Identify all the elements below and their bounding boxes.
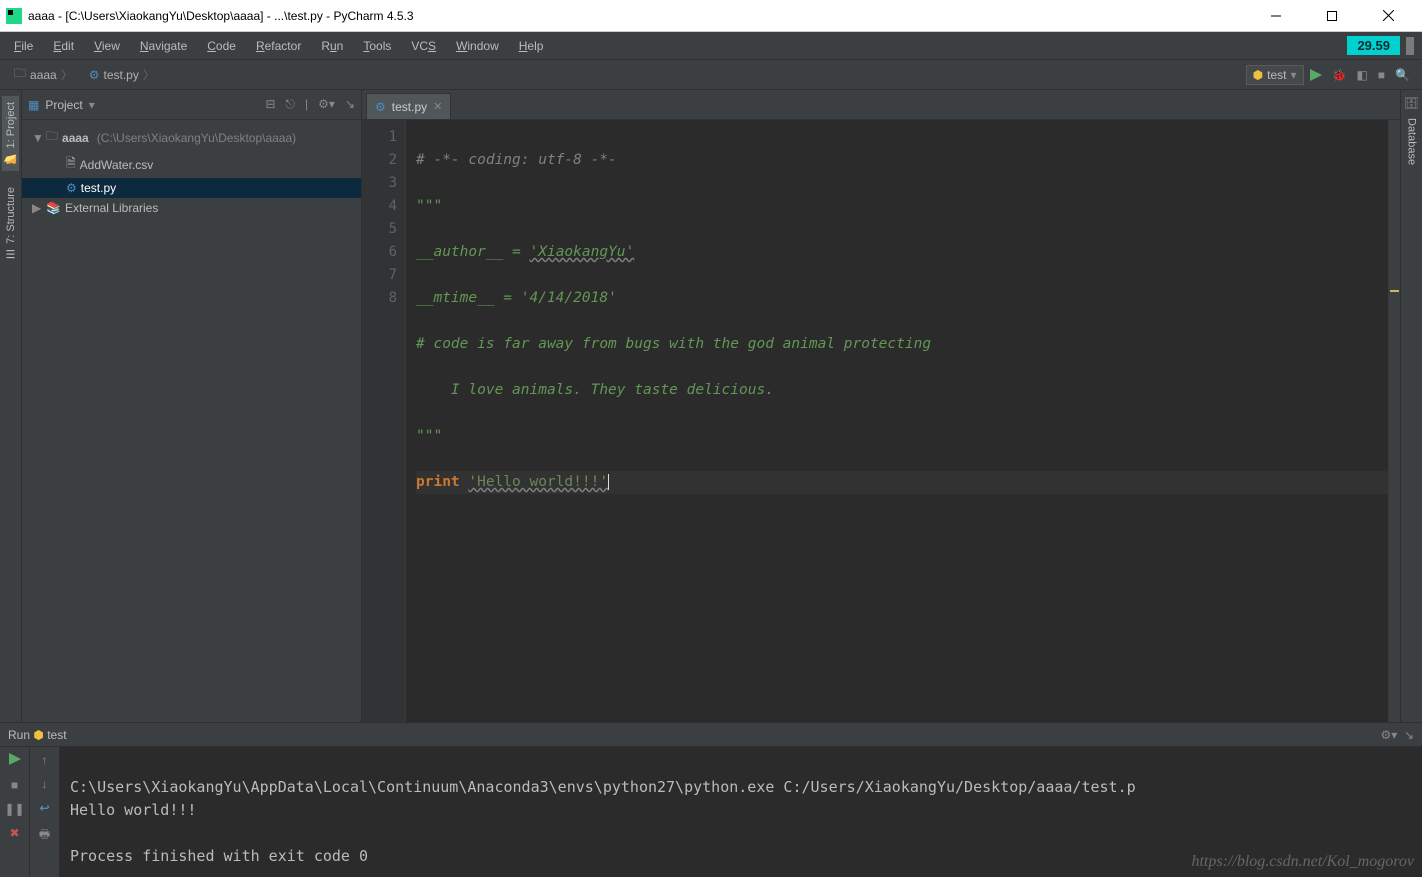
run-button[interactable] — [1310, 69, 1322, 81]
dropdown-arrow-icon: ▾ — [1290, 68, 1296, 82]
menu-bar: File Edit View Navigate Code Refactor Ru… — [0, 32, 1422, 60]
soft-wrap-icon[interactable]: ↩ — [39, 801, 49, 815]
timer-badge-dim — [1406, 37, 1414, 55]
divider: | — [305, 97, 308, 112]
python-file-icon: ⚙ — [66, 181, 77, 195]
project-root-node[interactable]: ▼ 🗀 aaaa (C:\Users\XiaokangYu\Desktop\aa… — [22, 124, 361, 151]
window-minimize-button[interactable] — [1256, 2, 1296, 30]
file-node-py[interactable]: ⚙ test.py — [22, 178, 361, 198]
python-file-icon: ⚙ — [89, 68, 100, 82]
tool-database[interactable]: Database — [1406, 118, 1418, 165]
console-output[interactable]: C:\Users\XiaokangYu\AppData\Local\Contin… — [60, 747, 1422, 877]
expand-arrow-icon: ▶ — [32, 201, 42, 215]
stop-button[interactable]: ■ — [11, 778, 18, 792]
run-config-selector[interactable]: ⬢ test ▾ — [1246, 65, 1304, 85]
menu-window[interactable]: Window — [446, 35, 509, 57]
run-toolbar-left2: ↑ ↓ ↩ 🖶 — [30, 747, 60, 877]
menu-navigate[interactable]: Navigate — [130, 35, 197, 57]
chevron-right-icon: 〉 — [61, 66, 73, 83]
window-titlebar: aaaa - [C:\Users\XiaokangYu\Desktop\aaaa… — [0, 0, 1422, 32]
close-button[interactable]: ✖ — [9, 826, 19, 840]
rerun-button[interactable] — [9, 753, 21, 768]
debug-button[interactable]: 🐞 — [1332, 68, 1347, 82]
menu-edit[interactable]: Edit — [43, 35, 84, 57]
code-editor[interactable]: # -*- coding: utf-8 -*- """ __author__ =… — [406, 120, 1388, 722]
python-icon: ⬢ — [1253, 68, 1263, 82]
python-file-icon: ⚙ — [375, 100, 386, 114]
menu-file[interactable]: File — [4, 35, 43, 57]
pause-button[interactable]: ❚❚ — [4, 802, 24, 816]
error-stripe[interactable] — [1388, 120, 1400, 722]
menu-help[interactable]: Help — [509, 35, 554, 57]
menu-refactor[interactable]: Refactor — [246, 35, 311, 57]
settings-icon[interactable]: ⚙▾ — [1380, 728, 1397, 742]
expand-arrow-icon: ▼ — [32, 131, 42, 145]
menu-run[interactable]: Run — [311, 35, 353, 57]
menu-vcs[interactable]: VCS — [401, 35, 446, 57]
tool-structure[interactable]: ☰ 7: Structure — [4, 183, 17, 264]
file-label: AddWater.csv — [80, 158, 154, 172]
stop-button[interactable]: ■ — [1378, 68, 1385, 82]
project-root-path: (C:\Users\XiaokangYu\Desktop\aaaa) — [97, 131, 296, 145]
up-stack-icon[interactable]: ↑ — [42, 753, 48, 767]
scroll-to-source-icon[interactable]: ⎋ — [286, 97, 296, 112]
editor-area: ⚙ test.py ✕ 1 2 3 4 5 6 7 8 # -*- coding… — [362, 90, 1400, 722]
watermark-text: https://blog.csdn.net/Kol_mogorov — [1191, 850, 1414, 873]
text-cursor — [608, 474, 609, 490]
run-toolbar-left: ■ ❚❚ ✖ — [0, 747, 30, 877]
pycharm-app-icon — [6, 8, 22, 24]
external-libraries-node[interactable]: ▶ 📚 External Libraries — [22, 198, 361, 218]
python-icon: ⬢ — [33, 728, 43, 742]
breadcrumb-file[interactable]: ⚙ test.py 〉 — [81, 64, 163, 85]
chevron-right-icon: 〉 — [143, 66, 155, 83]
tool-project[interactable]: 📂 1: Project — [2, 96, 19, 171]
breadcrumb-file-label: test.py — [104, 68, 139, 82]
folder-icon: 🗀 — [14, 64, 26, 85]
project-tool-window: ▦ Project ▾ ⊟ ⎋ | ⚙▾ ↘ ▼ 🗀 aaaa (C:\User… — [22, 90, 362, 722]
run-header-label: Run — [8, 728, 30, 742]
navigation-bar: 🗀 aaaa 〉 ⚙ test.py 〉 ⬢ test ▾ 🐞 ◧ ■ 🔍 — [0, 60, 1422, 90]
run-config-label: test — [1267, 68, 1286, 82]
window-title: aaaa - [C:\Users\XiaokangYu\Desktop\aaaa… — [28, 9, 1256, 23]
project-view-icon: ▦ — [28, 98, 39, 112]
libraries-icon: 📚 — [46, 201, 61, 215]
file-node-csv[interactable]: 🗎 AddWater.csv — [22, 151, 361, 178]
external-libs-label: External Libraries — [65, 201, 158, 215]
window-close-button[interactable] — [1368, 2, 1408, 30]
hide-icon[interactable]: ↘ — [1404, 728, 1414, 742]
line-number-gutter: 1 2 3 4 5 6 7 8 — [362, 120, 406, 722]
timer-badge: 29.59 — [1347, 36, 1400, 55]
search-button[interactable]: 🔍 — [1395, 68, 1410, 82]
menu-view[interactable]: View — [84, 35, 130, 57]
coverage-button[interactable]: ◧ — [1356, 68, 1367, 82]
left-tool-stripe: 📂 1: Project ☰ 7: Structure — [0, 90, 22, 722]
menu-tools[interactable]: Tools — [353, 35, 401, 57]
project-root-label: aaaa — [62, 131, 89, 145]
folder-icon: 🗀 — [46, 127, 58, 148]
editor-tab-label: test.py — [392, 100, 427, 114]
run-header-file: test — [47, 728, 66, 742]
breadcrumb-root-label: aaaa — [30, 68, 57, 82]
editor-tab[interactable]: ⚙ test.py ✕ — [366, 93, 451, 119]
database-icon: 🗄 — [1404, 96, 1419, 110]
breadcrumb-root[interactable]: 🗀 aaaa 〉 — [6, 62, 81, 87]
run-tool-window: Run ⬢ test ⚙▾ ↘ ■ ❚❚ ✖ ↑ ↓ ↩ 🖶 C:\Users\… — [0, 722, 1422, 877]
right-tool-stripe: 🗄 Database — [1400, 90, 1422, 722]
dropdown-arrow-icon[interactable]: ▾ — [89, 98, 95, 112]
project-header-label: Project — [45, 98, 82, 112]
collapse-all-icon[interactable]: ⊟ — [265, 97, 275, 112]
window-maximize-button[interactable] — [1312, 2, 1352, 30]
file-icon: 🗎 — [66, 154, 76, 175]
menu-code[interactable]: Code — [197, 35, 246, 57]
print-icon[interactable]: 🖶 — [39, 825, 50, 846]
hide-icon[interactable]: ↘ — [345, 97, 355, 112]
file-label: test.py — [81, 181, 116, 195]
close-tab-icon[interactable]: ✕ — [433, 100, 442, 113]
settings-icon[interactable]: ⚙▾ — [318, 97, 335, 112]
down-stack-icon[interactable]: ↓ — [42, 777, 48, 791]
